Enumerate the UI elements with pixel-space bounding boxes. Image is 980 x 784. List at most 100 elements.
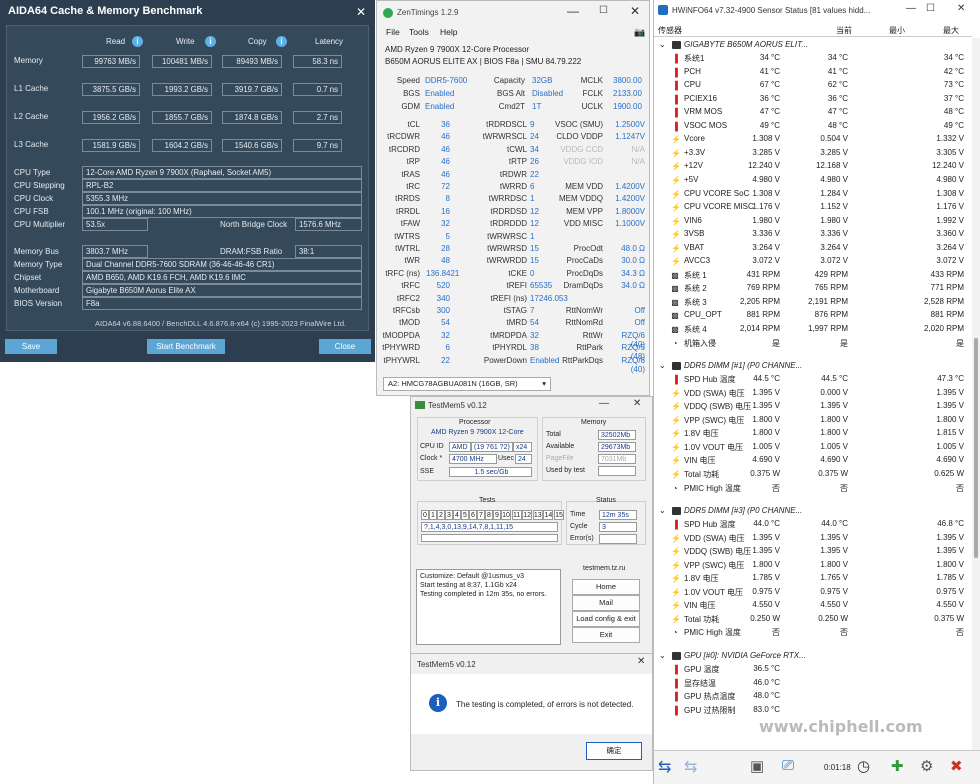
- sensor-row[interactable]: ⚡ 1.8V 电压 1.800 V 1.800 V 1.815 V: [654, 428, 972, 442]
- sensor-row[interactable]: ⚡ CPU VCORE MISC 1.176 V 1.152 V 1.176 V: [654, 202, 972, 216]
- add-icon[interactable]: ✚: [891, 757, 904, 775]
- sensor-group-header[interactable]: ⌄ GPU [#0]: NVIDIA GeForce RTX...: [654, 649, 972, 664]
- sensor-row[interactable]: ▐ 系统1 34 °C 34 °C 34 °C: [654, 53, 972, 67]
- voltage-value: 1.4200V: [615, 182, 645, 191]
- sensor-row[interactable]: ⚡ VIN6 1.980 V 1.980 V 1.992 V: [654, 216, 972, 230]
- sensor-row[interactable]: ◔ PMIC High 温度 否 否 否: [654, 483, 972, 497]
- sensor-row[interactable]: ▐ SPD Hub 温度 44.5 °C 44.5 °C 47.3 °C: [654, 374, 972, 388]
- dimm-select[interactable]: A2: HMCG78AGBUA081N (16GB, SR) ▾: [383, 377, 551, 391]
- sensor-row[interactable]: ⚡ VDDQ (SWB) 电压 1.395 V 1.395 V 1.395 V: [654, 401, 972, 415]
- sensor-row[interactable]: ⚡ 3VSB 3.336 V 3.336 V 3.360 V: [654, 229, 972, 243]
- sensor-row[interactable]: ⚡ VPP (SWC) 电压 1.800 V 1.800 V 1.800 V: [654, 560, 972, 574]
- sensor-row[interactable]: ▩ CPU_OPT 881 RPM 876 RPM 881 RPM: [654, 310, 972, 324]
- sensor-row[interactable]: ⚡ Total 功耗 0.375 W 0.375 W 0.625 W: [654, 469, 972, 483]
- sensor-row[interactable]: ⚡ Total 功耗 0.250 W 0.250 W 0.375 W: [654, 614, 972, 628]
- camera-icon[interactable]: 📷: [634, 27, 645, 38]
- log-box[interactable]: Customize: Default @1usmus_v3 Start test…: [416, 569, 561, 645]
- monitor-icon[interactable]: ▣: [750, 757, 764, 775]
- minimize-icon[interactable]: —: [906, 3, 916, 14]
- sensor-row[interactable]: ▐ PCIEX16 36 °C 36 °C 37 °C: [654, 94, 972, 108]
- close-icon[interactable]: ✕: [630, 4, 640, 18]
- sensor-row[interactable]: ⚡ VBAT 3.264 V 3.264 V 3.264 V: [654, 243, 972, 257]
- clock-icon[interactable]: ◷: [857, 757, 870, 775]
- sensor-row[interactable]: ⚡ +5V 4.980 V 4.980 V 4.980 V: [654, 175, 972, 189]
- voltage-label: MEM VPP: [566, 206, 603, 216]
- errors-value: [599, 534, 637, 544]
- chevron-down-icon[interactable]: ⌄: [659, 651, 666, 660]
- sensor-group-header[interactable]: ⌄ GIGABYTE B650M AORUS ELIT...: [654, 38, 972, 53]
- sensor-row[interactable]: ▐ GPU 热点温度 48.0 °C: [654, 691, 972, 705]
- sensor-row[interactable]: ⚡ VIN 电压 4.690 V 4.690 V 4.690 V: [654, 455, 972, 469]
- sensor-row[interactable]: ▐ PCH 41 °C 41 °C 42 °C: [654, 67, 972, 81]
- sensor-group-header[interactable]: ⌄ DDR5 DIMM [#3] (P0 CHANNE...: [654, 504, 972, 520]
- sensor-row[interactable]: ⚡ Vcore 1.308 V 0.504 V 1.332 V: [654, 134, 972, 148]
- col-sensor[interactable]: 传感器: [658, 25, 682, 36]
- sensor-min: 1.800 V: [820, 428, 848, 438]
- chevron-down-icon[interactable]: ⌄: [659, 361, 666, 370]
- sensor-row[interactable]: ▐ 显存结温 46.0 °C: [654, 678, 972, 692]
- info-icon[interactable]: i: [276, 36, 287, 47]
- sensor-row[interactable]: ▐ GPU 温度 36.5 °C: [654, 664, 972, 678]
- maximize-icon[interactable]: ☐: [926, 3, 935, 14]
- sensor-row[interactable]: ▐ VSOC MOS 49 °C 48 °C 49 °C: [654, 121, 972, 135]
- arrows-lr-icon[interactable]: ⇆: [684, 757, 697, 777]
- sensor-row[interactable]: ▩ 系统 1 431 RPM 429 RPM 433 RPM: [654, 270, 972, 284]
- close-icon[interactable]: ✕: [633, 398, 641, 409]
- sensor-row[interactable]: ▐ CPU 67 °C 62 °C 73 °C: [654, 80, 972, 94]
- scrollbar[interactable]: [972, 38, 980, 750]
- sensor-group-header[interactable]: ⌄ DDR5 DIMM [#1] (P0 CHANNE...: [654, 359, 972, 375]
- sensor-row[interactable]: ⚡ VIN 电压 4.550 V 4.550 V 4.550 V: [654, 600, 972, 614]
- minimize-icon[interactable]: —: [599, 398, 609, 409]
- sensor-row[interactable]: ⚡ CPU VCORE SoC 1.308 V 1.284 V 1.308 V: [654, 189, 972, 203]
- sensor-row[interactable]: ⚡ VDDQ (SWB) 电压 1.395 V 1.395 V 1.395 V: [654, 546, 972, 560]
- sensor-row[interactable]: ⚡ VDD (SWA) 电压 1.395 V 1.395 V 1.395 V: [654, 533, 972, 547]
- close-icon[interactable]: ✕: [637, 656, 645, 667]
- sensor-row[interactable]: ▐ VRM MOS 47 °C 47 °C 48 °C: [654, 107, 972, 121]
- sensor-row[interactable]: ◔ 机箱入侵 是 是 是: [654, 338, 972, 352]
- gear-icon[interactable]: ⚙: [920, 757, 933, 775]
- col-min[interactable]: 最小: [889, 25, 905, 36]
- sensor-current: 44.5 °C: [753, 374, 780, 384]
- scrollbar-thumb[interactable]: [974, 338, 978, 558]
- sensor-row[interactable]: ⚡ +3.3V 3.285 V 3.285 V 3.305 V: [654, 148, 972, 162]
- minimize-icon[interactable]: —: [567, 4, 579, 18]
- sensor-row[interactable]: ⚡ +12V 12.240 V 12.168 V 12.240 V: [654, 161, 972, 175]
- timing-label: tRAS: [401, 169, 420, 179]
- close-button[interactable]: Close: [319, 339, 371, 354]
- sensor-row[interactable]: ⚡ 1.8V 电压 1.785 V 1.765 V 1.785 V: [654, 573, 972, 587]
- close-icon[interactable]: ✕: [957, 3, 965, 14]
- info-icon[interactable]: i: [132, 36, 143, 47]
- menu-tools[interactable]: Tools: [409, 27, 429, 37]
- menu-help[interactable]: Help: [440, 27, 457, 37]
- voltage-label: VDD MISC: [563, 219, 603, 229]
- sensor-row[interactable]: ▩ 系统 2 769 RPM 765 RPM 771 RPM: [654, 283, 972, 297]
- save-button[interactable]: Save: [5, 339, 57, 354]
- info-icon[interactable]: i: [205, 36, 216, 47]
- col-current[interactable]: 当前: [836, 25, 852, 36]
- sensor-row[interactable]: ⚡ 1.0V VOUT 电压 1.005 V 1.005 V 1.005 V: [654, 442, 972, 456]
- network-icon[interactable]: ⎚: [782, 757, 794, 774]
- ok-button[interactable]: 确定: [586, 742, 642, 760]
- exit-button[interactable]: Exit: [572, 627, 640, 643]
- sensor-row[interactable]: ▐ SPD Hub 温度 44.0 °C 44.0 °C 46.8 °C: [654, 519, 972, 533]
- sensor-row[interactable]: ⚡ 1.0V VOUT 电压 0.975 V 0.975 V 0.975 V: [654, 587, 972, 601]
- chevron-down-icon[interactable]: ⌄: [659, 506, 666, 515]
- mail-button[interactable]: Mail: [572, 595, 640, 611]
- chevron-down-icon[interactable]: ⌄: [659, 40, 666, 49]
- load-config-exit-button[interactable]: Load config & exit: [572, 611, 640, 627]
- close-icon[interactable]: ✕: [356, 5, 366, 19]
- sensor-row[interactable]: ▩ 系统 3 2,205 RPM 2,191 RPM 2,528 RPM: [654, 297, 972, 311]
- sensor-row[interactable]: ◔ PMIC High 温度 否 否 否: [654, 627, 972, 641]
- sensor-row[interactable]: ⚡ VPP (SWC) 电压 1.800 V 1.800 V 1.800 V: [654, 415, 972, 429]
- start-benchmark-button[interactable]: Start Benchmark: [147, 339, 225, 354]
- temperature-icon: ▐: [672, 54, 678, 63]
- sensor-row[interactable]: ⚡ VDD (SWA) 电压 1.395 V 0.000 V 1.395 V: [654, 388, 972, 402]
- sensor-row[interactable]: ⚡ AVCC3 3.072 V 3.072 V 3.072 V: [654, 256, 972, 270]
- maximize-icon[interactable]: ☐: [599, 5, 608, 16]
- col-max[interactable]: 最大: [943, 25, 959, 36]
- close-icon[interactable]: ✖: [950, 757, 963, 775]
- arrows-lr-icon[interactable]: ⇆: [658, 757, 671, 777]
- sensor-row[interactable]: ▩ 系统 4 2,014 RPM 1,997 RPM 2,020 RPM: [654, 324, 972, 338]
- menu-file[interactable]: File: [386, 27, 400, 37]
- home-button[interactable]: Home: [572, 579, 640, 595]
